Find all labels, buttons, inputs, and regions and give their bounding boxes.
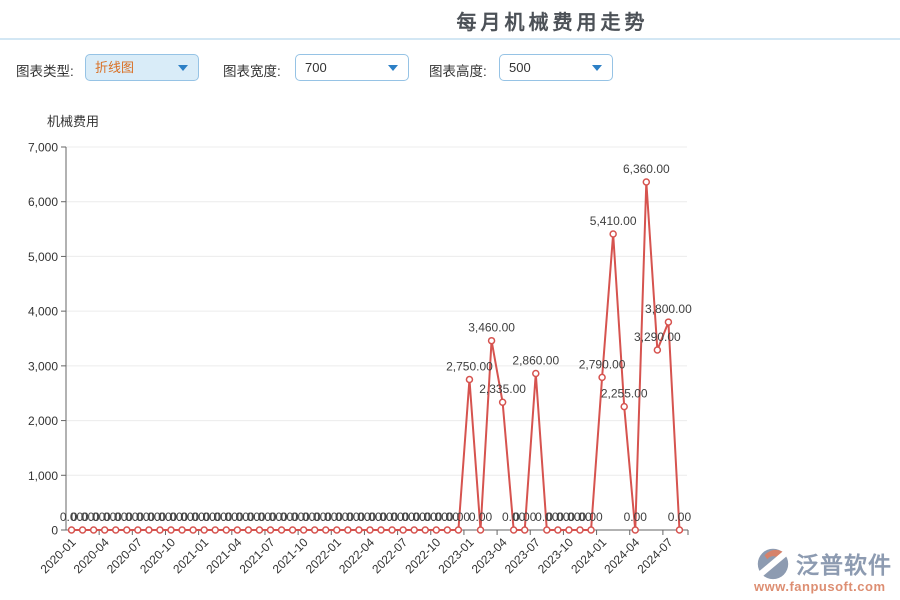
svg-text:0.00: 0.00 bbox=[624, 510, 648, 524]
svg-text:4,000: 4,000 bbox=[28, 305, 58, 319]
svg-text:2023-04: 2023-04 bbox=[469, 535, 510, 576]
svg-text:3,000: 3,000 bbox=[28, 359, 58, 373]
page: 每月机械费用走势 图表类型: 折线图 图表宽度: 700 图表高度: 500 机… bbox=[0, 0, 900, 600]
svg-text:2023-10: 2023-10 bbox=[535, 535, 576, 576]
svg-text:2024-07: 2024-07 bbox=[634, 535, 675, 576]
fanpu-logo-icon bbox=[754, 544, 792, 582]
svg-text:2,335.00: 2,335.00 bbox=[479, 382, 526, 396]
watermark-brand: 泛普软件 bbox=[796, 546, 892, 580]
svg-text:2021-04: 2021-04 bbox=[203, 535, 244, 576]
svg-text:2022-01: 2022-01 bbox=[303, 535, 344, 576]
watermark: 泛普软件 www.fanpusoft.com bbox=[754, 544, 884, 594]
svg-text:0.00: 0.00 bbox=[513, 510, 537, 524]
svg-text:1,000: 1,000 bbox=[28, 469, 58, 483]
monthly-machinery-cost-line-chart: 机械费用 0 1,000 2,000 3,000 4,000 5,000 6,000 7,000… bbox=[0, 0, 900, 600]
svg-text:2,750.00: 2,750.00 bbox=[446, 360, 493, 374]
svg-text:3,460.00: 3,460.00 bbox=[468, 321, 515, 335]
svg-text:2021-07: 2021-07 bbox=[237, 535, 278, 576]
svg-text:机械费用: 机械费用 bbox=[47, 114, 99, 129]
svg-text:0.00: 0.00 bbox=[447, 510, 471, 524]
svg-text:2,860.00: 2,860.00 bbox=[512, 354, 559, 368]
svg-text:2021-01: 2021-01 bbox=[170, 535, 211, 576]
svg-text:5,410.00: 5,410.00 bbox=[590, 214, 637, 228]
svg-text:2022-10: 2022-10 bbox=[402, 535, 443, 576]
svg-text:0.00: 0.00 bbox=[668, 510, 692, 524]
svg-text:2023-01: 2023-01 bbox=[436, 535, 477, 576]
svg-text:0.00: 0.00 bbox=[469, 510, 493, 524]
svg-text:2024-04: 2024-04 bbox=[601, 535, 642, 576]
svg-text:6,000: 6,000 bbox=[28, 195, 58, 209]
svg-text:2,255.00: 2,255.00 bbox=[601, 387, 648, 401]
svg-text:2,790.00: 2,790.00 bbox=[579, 357, 626, 371]
svg-text:2020-10: 2020-10 bbox=[137, 535, 178, 576]
svg-text:2021-10: 2021-10 bbox=[270, 535, 311, 576]
svg-text:5,000: 5,000 bbox=[28, 250, 58, 264]
svg-text:2020-04: 2020-04 bbox=[71, 535, 112, 576]
svg-text:2024-01: 2024-01 bbox=[568, 535, 609, 576]
svg-text:2022-04: 2022-04 bbox=[336, 535, 377, 576]
svg-text:3,290.00: 3,290.00 bbox=[634, 330, 681, 344]
svg-text:2023-07: 2023-07 bbox=[502, 535, 543, 576]
svg-text:2022-07: 2022-07 bbox=[369, 535, 410, 576]
svg-text:7,000: 7,000 bbox=[28, 141, 58, 155]
svg-text:0: 0 bbox=[51, 524, 58, 538]
svg-text:2,000: 2,000 bbox=[28, 414, 58, 428]
svg-text:6,360.00: 6,360.00 bbox=[623, 162, 670, 176]
svg-text:2020-07: 2020-07 bbox=[104, 535, 145, 576]
svg-text:3,800.00: 3,800.00 bbox=[645, 302, 692, 316]
svg-text:2020-01: 2020-01 bbox=[38, 535, 79, 576]
svg-text:0.00: 0.00 bbox=[579, 510, 603, 524]
watermark-row: 泛普软件 bbox=[754, 544, 884, 582]
watermark-url: www.fanpusoft.com bbox=[754, 579, 884, 594]
